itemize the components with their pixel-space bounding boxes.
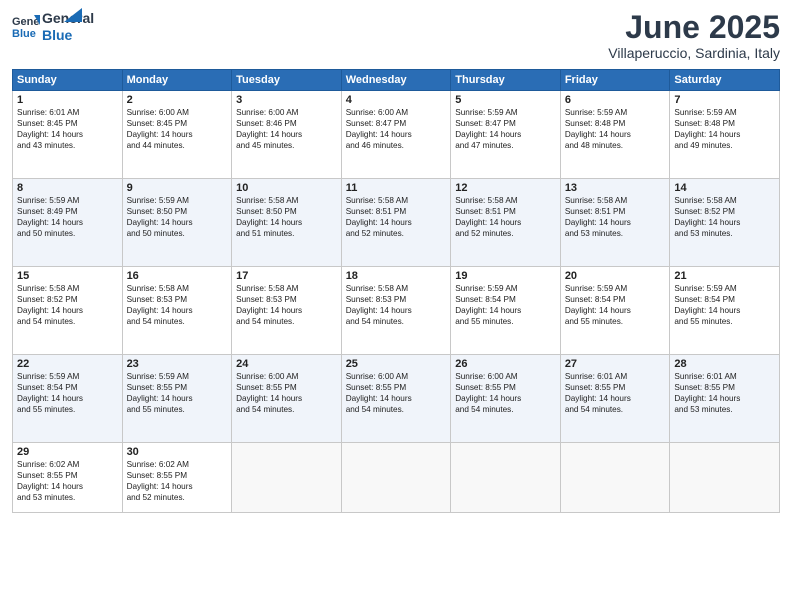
calendar-header-row: Sunday Monday Tuesday Wednesday Thursday… — [13, 70, 780, 91]
table-row: 21Sunrise: 5:59 AM Sunset: 8:54 PM Dayli… — [670, 267, 780, 355]
month-title: June 2025 — [608, 10, 780, 45]
table-row: 6Sunrise: 5:59 AM Sunset: 8:48 PM Daylig… — [560, 91, 670, 179]
table-row: 12Sunrise: 5:58 AM Sunset: 8:51 PM Dayli… — [451, 179, 561, 267]
logo-arrow-icon — [64, 8, 82, 22]
calendar-table: Sunday Monday Tuesday Wednesday Thursday… — [12, 69, 780, 513]
col-sunday: Sunday — [13, 70, 123, 91]
col-tuesday: Tuesday — [232, 70, 342, 91]
logo: General Blue General Blue — [12, 10, 82, 44]
table-row: 4Sunrise: 6:00 AM Sunset: 8:47 PM Daylig… — [341, 91, 451, 179]
table-row: 25Sunrise: 6:00 AM Sunset: 8:55 PM Dayli… — [341, 355, 451, 443]
table-row: 9Sunrise: 5:59 AM Sunset: 8:50 PM Daylig… — [122, 179, 232, 267]
table-row — [451, 443, 561, 513]
table-row: 30Sunrise: 6:02 AM Sunset: 8:55 PM Dayli… — [122, 443, 232, 513]
table-row: 28Sunrise: 6:01 AM Sunset: 8:55 PM Dayli… — [670, 355, 780, 443]
table-row: 19Sunrise: 5:59 AM Sunset: 8:54 PM Dayli… — [451, 267, 561, 355]
table-row: 14Sunrise: 5:58 AM Sunset: 8:52 PM Dayli… — [670, 179, 780, 267]
table-row: 23Sunrise: 5:59 AM Sunset: 8:55 PM Dayli… — [122, 355, 232, 443]
col-monday: Monday — [122, 70, 232, 91]
logo-blue: Blue — [42, 27, 94, 44]
location-subtitle: Villaperuccio, Sardinia, Italy — [608, 45, 780, 61]
table-row: 8Sunrise: 5:59 AM Sunset: 8:49 PM Daylig… — [13, 179, 123, 267]
page: General Blue General Blue June 2025 Vill… — [0, 0, 792, 612]
table-row: 18Sunrise: 5:58 AM Sunset: 8:53 PM Dayli… — [341, 267, 451, 355]
col-friday: Friday — [560, 70, 670, 91]
table-row: 26Sunrise: 6:00 AM Sunset: 8:55 PM Dayli… — [451, 355, 561, 443]
table-row: 15Sunrise: 5:58 AM Sunset: 8:52 PM Dayli… — [13, 267, 123, 355]
table-row — [232, 443, 342, 513]
col-saturday: Saturday — [670, 70, 780, 91]
table-row: 3Sunrise: 6:00 AM Sunset: 8:46 PM Daylig… — [232, 91, 342, 179]
table-row: 17Sunrise: 5:58 AM Sunset: 8:53 PM Dayli… — [232, 267, 342, 355]
col-thursday: Thursday — [451, 70, 561, 91]
table-row — [341, 443, 451, 513]
col-wednesday: Wednesday — [341, 70, 451, 91]
table-row: 22Sunrise: 5:59 AM Sunset: 8:54 PM Dayli… — [13, 355, 123, 443]
table-row: 24Sunrise: 6:00 AM Sunset: 8:55 PM Dayli… — [232, 355, 342, 443]
table-row: 16Sunrise: 5:58 AM Sunset: 8:53 PM Dayli… — [122, 267, 232, 355]
table-row: 13Sunrise: 5:58 AM Sunset: 8:51 PM Dayli… — [560, 179, 670, 267]
table-row: 27Sunrise: 6:01 AM Sunset: 8:55 PM Dayli… — [560, 355, 670, 443]
table-row: 1Sunrise: 6:01 AM Sunset: 8:45 PM Daylig… — [13, 91, 123, 179]
table-row: 2Sunrise: 6:00 AM Sunset: 8:45 PM Daylig… — [122, 91, 232, 179]
table-row: 29Sunrise: 6:02 AM Sunset: 8:55 PM Dayli… — [13, 443, 123, 513]
table-row — [670, 443, 780, 513]
header: General Blue General Blue June 2025 Vill… — [12, 10, 780, 61]
table-row: 5Sunrise: 5:59 AM Sunset: 8:47 PM Daylig… — [451, 91, 561, 179]
table-row: 11Sunrise: 5:58 AM Sunset: 8:51 PM Dayli… — [341, 179, 451, 267]
table-row: 20Sunrise: 5:59 AM Sunset: 8:54 PM Dayli… — [560, 267, 670, 355]
table-row: 7Sunrise: 5:59 AM Sunset: 8:48 PM Daylig… — [670, 91, 780, 179]
table-row — [560, 443, 670, 513]
svg-text:Blue: Blue — [12, 28, 36, 39]
title-block: June 2025 Villaperuccio, Sardinia, Italy — [608, 10, 780, 61]
logo-icon: General Blue — [12, 11, 40, 39]
table-row: 10Sunrise: 5:58 AM Sunset: 8:50 PM Dayli… — [232, 179, 342, 267]
